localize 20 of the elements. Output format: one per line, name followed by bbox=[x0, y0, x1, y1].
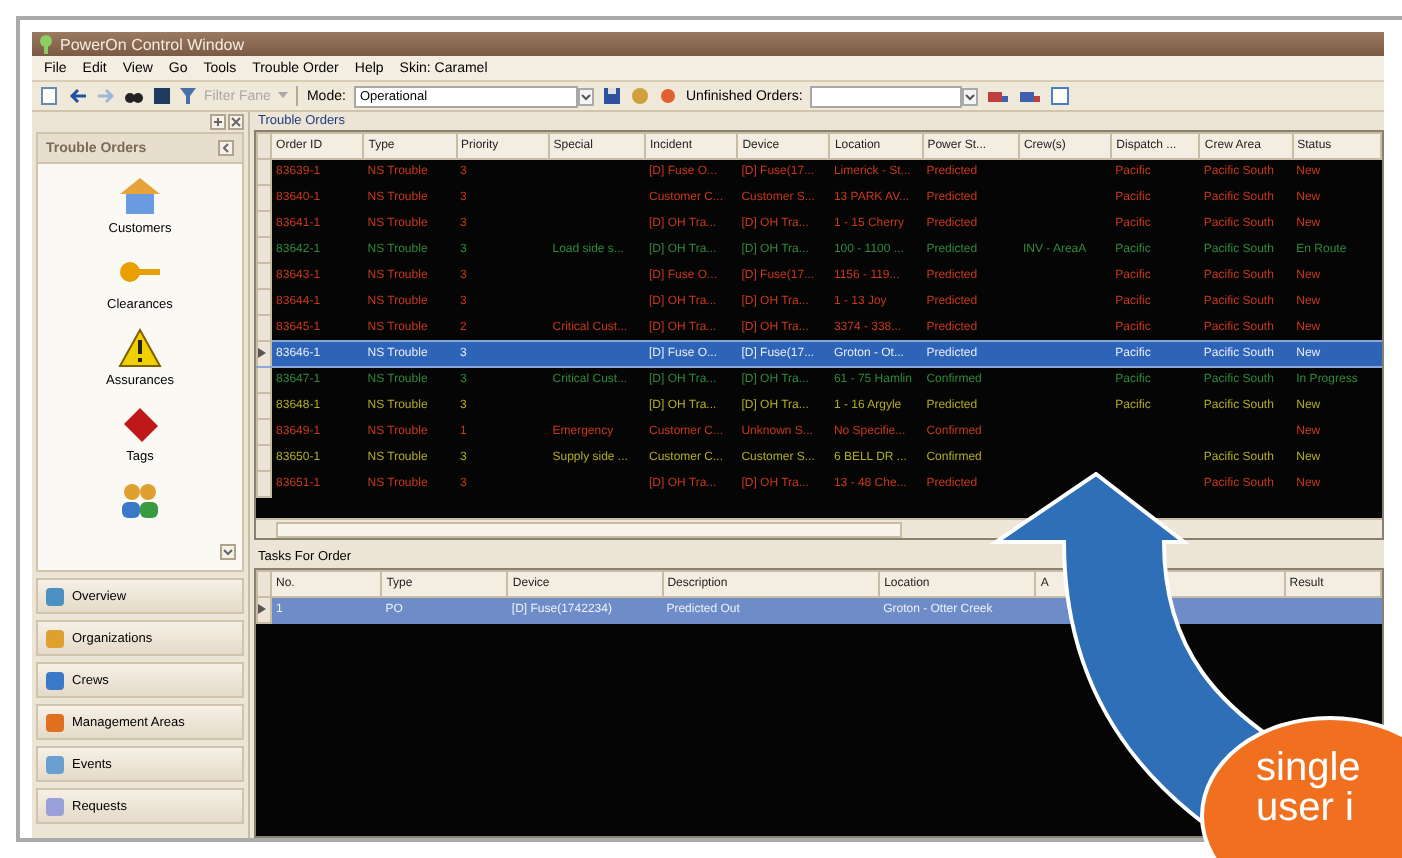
callout-text: single bbox=[1256, 748, 1363, 788]
funnel-icon[interactable] bbox=[180, 86, 196, 106]
app-icon bbox=[38, 34, 54, 54]
house-icon[interactable] bbox=[118, 176, 162, 216]
callout-text: user i bbox=[1256, 788, 1354, 828]
panel-icon[interactable] bbox=[152, 86, 172, 106]
window-title: PowerOn Control Window bbox=[60, 35, 245, 53]
back-arrow-icon[interactable] bbox=[68, 86, 88, 106]
document-icon[interactable] bbox=[40, 86, 60, 106]
close-icon[interactable] bbox=[228, 114, 244, 130]
chevron-down-icon[interactable] bbox=[577, 87, 594, 105]
chevron-down-icon[interactable] bbox=[962, 87, 979, 105]
row-pointer-icon bbox=[258, 603, 266, 613]
save-icon[interactable] bbox=[601, 86, 622, 106]
caret-icon bbox=[278, 92, 289, 100]
collapse-icon[interactable] bbox=[218, 140, 234, 156]
chevron-down-icon[interactable] bbox=[220, 544, 236, 560]
row-pointer-icon bbox=[258, 347, 266, 357]
warning-icon[interactable] bbox=[118, 328, 162, 368]
pin-icon[interactable] bbox=[210, 114, 226, 130]
